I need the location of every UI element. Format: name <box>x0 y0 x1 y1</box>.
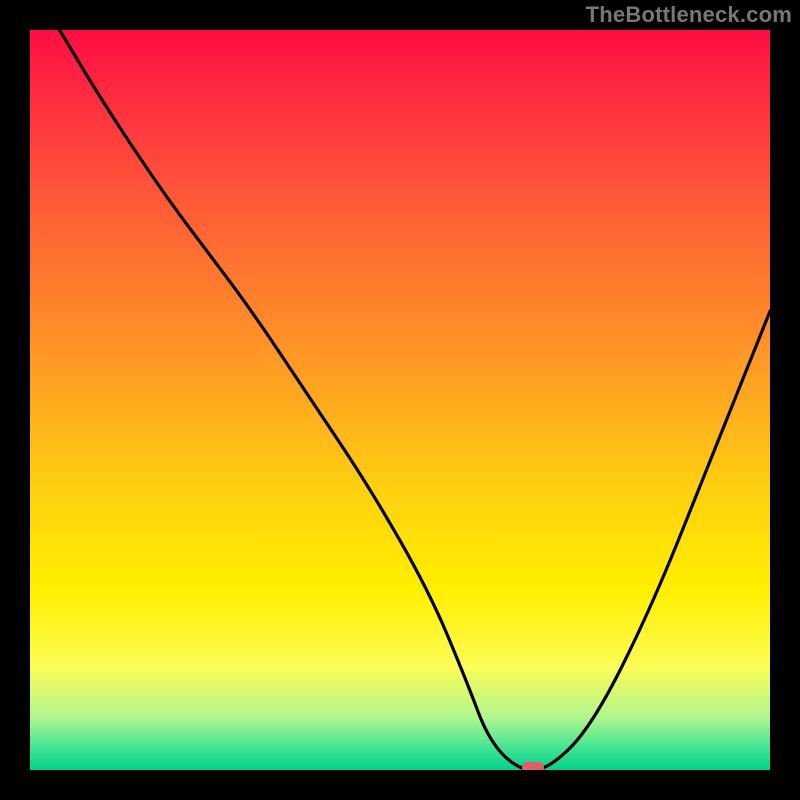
chart-figure: TheBottleneck.com <box>0 0 800 800</box>
bottleneck-curve <box>30 30 770 770</box>
watermark-text: TheBottleneck.com <box>586 2 792 28</box>
plot-area <box>30 30 770 770</box>
optimal-point-marker <box>522 762 544 770</box>
